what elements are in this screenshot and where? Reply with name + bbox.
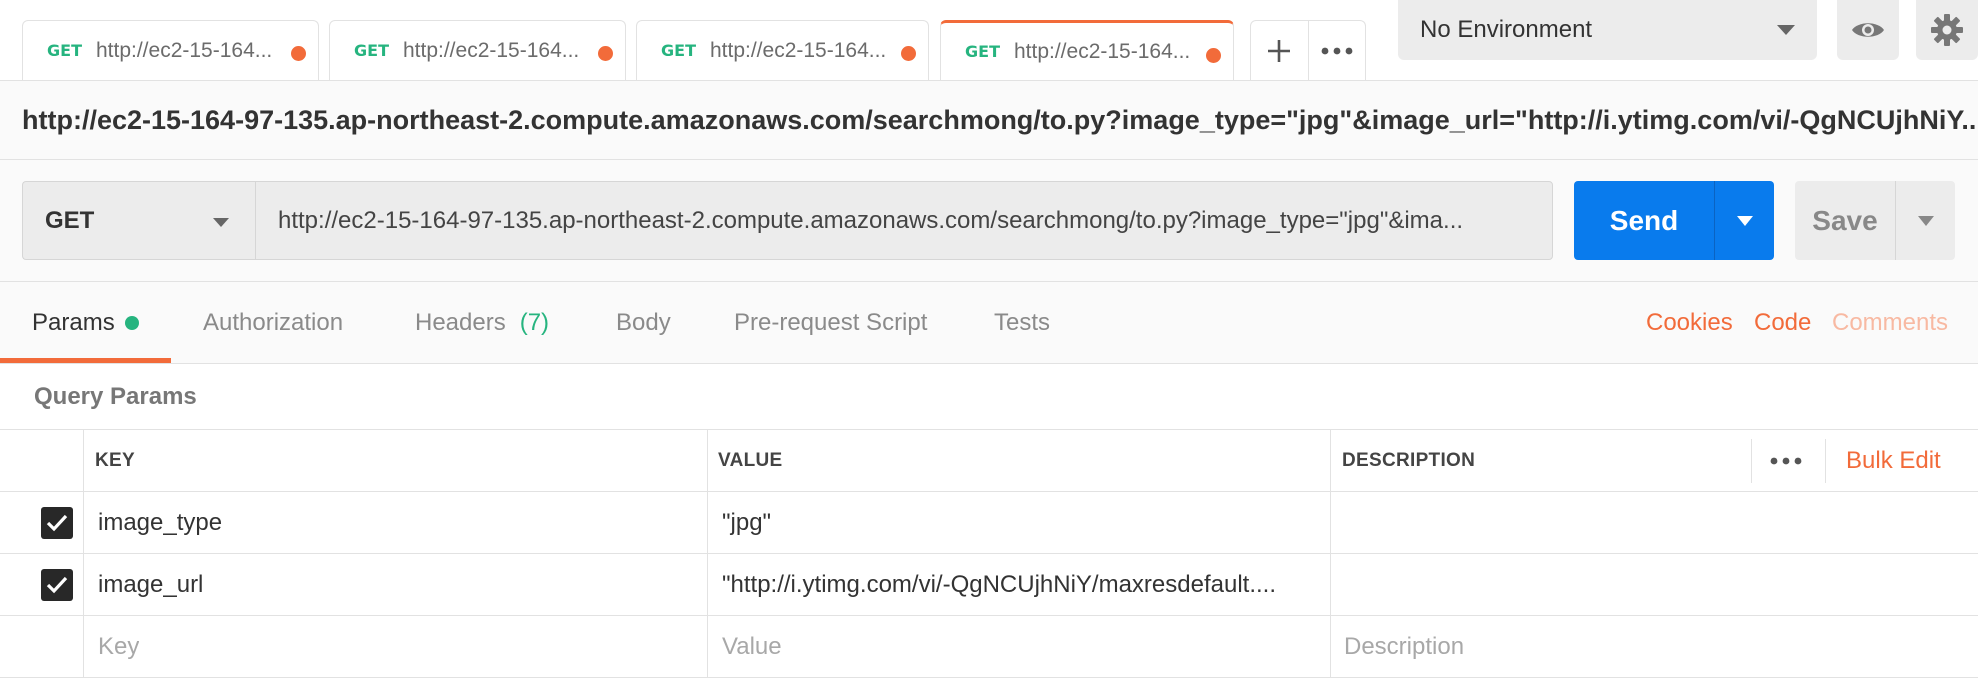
settings-button[interactable] <box>1916 0 1978 60</box>
send-button[interactable]: Send <box>1574 181 1774 260</box>
ellipsis-icon[interactable] <box>1770 430 1802 491</box>
tab-body[interactable]: Body <box>616 282 671 364</box>
request-tab-4[interactable]: GET http://ec2-15-164... <box>940 20 1234 80</box>
params-indicator-icon <box>124 316 139 330</box>
param-key[interactable]: image_type <box>98 492 698 553</box>
checkmark-icon <box>41 568 73 601</box>
tab-strip: GET http://ec2-15-164... GET http://ec2-… <box>0 0 1978 80</box>
tab-method: GET <box>354 41 389 60</box>
column-header-description: DESCRIPTION <box>1342 449 1476 471</box>
chevron-down-icon <box>1917 215 1934 226</box>
table-row: image_type "jpg" <box>0 492 1978 554</box>
comments-link[interactable]: Comments <box>1832 282 1948 364</box>
new-value-input[interactable]: Value <box>722 616 782 677</box>
tab-title: http://ec2-15-164... <box>95 38 273 62</box>
tab-title: http://ec2-15-164... <box>402 38 580 62</box>
tab-actions <box>1250 20 1366 80</box>
request-tab-3[interactable]: GET http://ec2-15-164... <box>636 20 929 80</box>
cookies-link[interactable]: Cookies <box>1646 282 1733 364</box>
tab-method: GET <box>661 41 696 60</box>
request-tab-1[interactable]: GET http://ec2-15-164... <box>22 20 319 80</box>
headers-count: (7) <box>519 309 550 336</box>
method-value: GET <box>45 206 95 234</box>
param-value[interactable]: "jpg" <box>722 492 1320 553</box>
query-params-title: Query Params <box>34 382 197 410</box>
gear-icon <box>1931 14 1963 46</box>
unsaved-dot-icon <box>598 46 613 61</box>
param-key[interactable]: image_url <box>98 554 698 615</box>
checkmark-icon <box>41 506 73 539</box>
code-link[interactable]: Code <box>1754 282 1811 364</box>
request-tab-2[interactable]: GET http://ec2-15-164... <box>329 20 626 80</box>
tab-method: GET <box>47 41 82 60</box>
chevron-down-icon <box>1736 215 1753 226</box>
send-label: Send <box>1609 204 1679 236</box>
environment-value: No Environment <box>1420 16 1593 43</box>
column-header-value: VALUE <box>718 449 783 471</box>
request-subtabs: Params Authorization Headers (7) Body Pr… <box>0 282 1978 364</box>
tab-title: http://ec2-15-164... <box>709 38 887 62</box>
chevron-down-icon <box>1777 25 1795 35</box>
tab-authorization[interactable]: Authorization <box>203 282 343 364</box>
save-label: Save <box>1812 204 1878 236</box>
param-value[interactable]: "http://i.ytimg.com/vi/-QgNCUjhNiY/maxre… <box>722 554 1320 615</box>
bulk-edit-link[interactable]: Bulk Edit <box>1846 430 1941 491</box>
row-checkbox[interactable] <box>41 492 73 553</box>
save-options-button[interactable] <box>1895 181 1955 260</box>
eye-button[interactable] <box>1837 0 1899 60</box>
plus-icon[interactable] <box>1251 21 1308 80</box>
active-tab-indicator <box>0 358 171 363</box>
tab-title: http://ec2-15-164... <box>1013 39 1191 63</box>
send-options-button[interactable] <box>1714 181 1774 260</box>
eye-icon <box>1852 23 1884 37</box>
new-param-row: Key Value Description <box>0 616 1978 678</box>
environment-select[interactable]: No Environment <box>1398 0 1817 60</box>
param-description[interactable] <box>1344 492 1964 553</box>
unsaved-dot-icon <box>1206 48 1221 63</box>
param-description[interactable] <box>1344 554 1964 615</box>
table-header-row: KEY VALUE DESCRIPTION Bulk Edit <box>0 430 1978 492</box>
tab-label: Params <box>32 309 115 336</box>
unsaved-dot-icon <box>291 46 306 61</box>
ellipsis-icon[interactable] <box>1307 21 1365 80</box>
new-description-input[interactable]: Description <box>1344 616 1464 677</box>
tab-tests[interactable]: Tests <box>994 282 1050 364</box>
url-bar: GET Send Save <box>0 160 1978 282</box>
column-header-key: KEY <box>95 449 135 471</box>
unsaved-dot-icon <box>901 46 916 61</box>
tab-method: GET <box>965 42 1000 61</box>
tab-params[interactable]: Params <box>32 282 139 364</box>
method-select[interactable]: GET <box>22 181 255 260</box>
tab-label: Headers <box>415 309 506 336</box>
chevron-down-icon <box>213 218 229 227</box>
table-row: image_url "http://i.ytimg.com/vi/-QgNCUj… <box>0 554 1978 616</box>
save-button[interactable]: Save <box>1795 181 1955 260</box>
row-checkbox[interactable] <box>41 554 73 615</box>
url-input[interactable] <box>255 181 1553 260</box>
query-params-table: KEY VALUE DESCRIPTION Bulk Edit image_ty… <box>0 429 1978 680</box>
request-name[interactable]: http://ec2-15-164-97-135.ap-northeast-2.… <box>0 80 1978 160</box>
tab-prerequest-script[interactable]: Pre-request Script <box>734 282 927 364</box>
new-key-input[interactable]: Key <box>98 616 139 677</box>
tab-headers[interactable]: Headers (7) <box>415 282 549 364</box>
